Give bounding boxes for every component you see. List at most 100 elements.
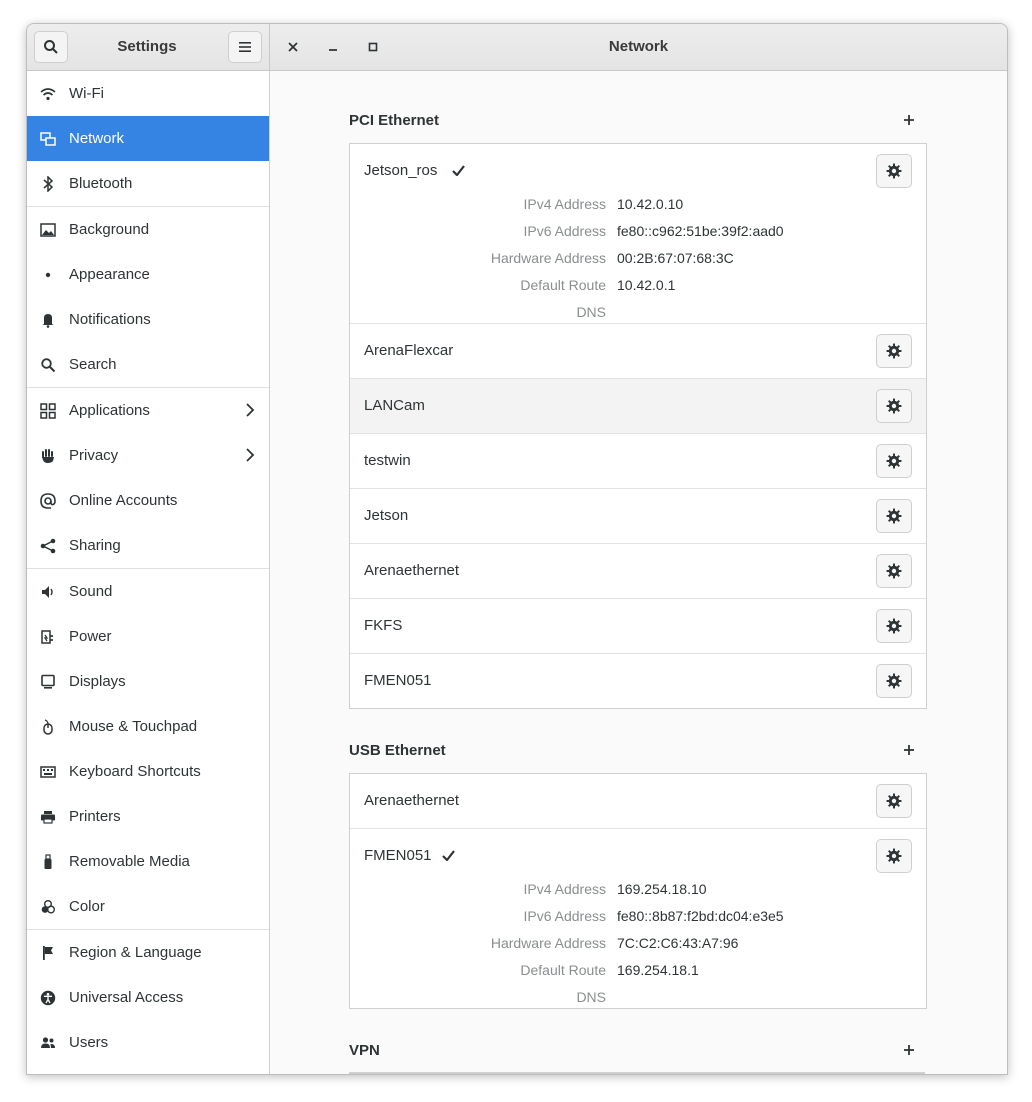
menu-button[interactable] xyxy=(228,31,262,63)
color-icon xyxy=(39,898,57,916)
ipv4-label: IPv4 Address xyxy=(523,881,607,897)
background-icon xyxy=(39,221,57,239)
sidebar-item-privacy[interactable]: Privacy xyxy=(27,433,269,478)
search-icon xyxy=(44,40,58,54)
gear-icon xyxy=(886,453,902,469)
settings-window: Settings Network Wi-Fi Network Bluetooth xyxy=(26,23,1008,1075)
gear-icon xyxy=(886,563,902,579)
sidebar-item-label: Network xyxy=(69,130,125,147)
gear-icon xyxy=(886,618,902,634)
connection-settings-button[interactable] xyxy=(876,839,912,873)
sidebar-item-color[interactable]: Color xyxy=(27,884,269,930)
sidebar-item-applications[interactable]: Applications xyxy=(27,388,269,433)
plus-icon xyxy=(904,1045,914,1055)
add-pci-connection-button[interactable] xyxy=(900,111,918,129)
sidebar-item-label: Displays xyxy=(69,673,126,690)
connection-name: Jetson_ros xyxy=(364,162,438,179)
connection-settings-button[interactable] xyxy=(876,389,912,423)
sidebar-item-sound[interactable]: Sound xyxy=(27,569,269,614)
connection-name: Arenaethernet xyxy=(364,792,460,809)
connection-settings-button[interactable] xyxy=(876,334,912,368)
sidebar-item-removable-media[interactable]: Removable Media xyxy=(27,839,269,884)
ipv4-value: 169.254.18.10 xyxy=(617,881,707,897)
connection-row[interactable]: Arenaethernet xyxy=(350,774,926,829)
sidebar-item-mouse-touchpad[interactable]: Mouse & Touchpad xyxy=(27,704,269,749)
sidebar-item-region-language[interactable]: Region & Language xyxy=(27,930,269,975)
connection-settings-button[interactable] xyxy=(876,499,912,533)
sidebar-item-label: Notifications xyxy=(69,311,151,328)
connection-row[interactable]: testwin xyxy=(350,434,926,489)
sidebar-item-wifi[interactable]: Wi-Fi xyxy=(27,71,269,116)
sidebar-item-label: Wi-Fi xyxy=(69,85,104,102)
connection-settings-button[interactable] xyxy=(876,554,912,588)
chevron-right-icon xyxy=(245,402,255,422)
search-icon xyxy=(39,356,57,374)
ipv4-label: IPv4 Address xyxy=(523,196,607,212)
plus-icon xyxy=(904,745,914,755)
checkmark-icon xyxy=(442,848,455,865)
sidebar-item-background[interactable]: Background xyxy=(27,207,269,252)
sidebar-item-label: Removable Media xyxy=(69,853,190,870)
sidebar-item-label: Privacy xyxy=(69,447,119,464)
usb-ethernet-title: USB Ethernet xyxy=(349,742,446,759)
connection-name: FKFS xyxy=(364,617,403,634)
connection-name: ArenaFlexcar xyxy=(364,342,454,359)
sidebar-item-keyboard-shortcuts[interactable]: Keyboard Shortcuts xyxy=(27,749,269,794)
sidebar-item-power[interactable]: Power xyxy=(27,614,269,659)
sidebar-item-bluetooth[interactable]: Bluetooth xyxy=(27,161,269,207)
share-icon xyxy=(39,537,57,555)
sidebar-item-network[interactable]: Network xyxy=(27,116,269,161)
page-title: Network xyxy=(608,38,669,55)
connection-row[interactable]: LANCam xyxy=(350,379,926,434)
display-icon xyxy=(39,673,57,691)
sidebar-item-search[interactable]: Search xyxy=(27,342,269,388)
sidebar-item-displays[interactable]: Displays xyxy=(27,659,269,704)
ipv6-label: IPv6 Address xyxy=(523,223,607,239)
connection-settings-button[interactable] xyxy=(876,664,912,698)
keyboard-icon xyxy=(39,763,57,781)
network-icon xyxy=(39,130,57,148)
header-bar: Settings Network xyxy=(27,24,1007,71)
default-route-value: 10.42.0.1 xyxy=(617,277,676,293)
add-usb-connection-button[interactable] xyxy=(900,741,918,759)
speaker-icon xyxy=(39,583,57,601)
connection-settings-button[interactable] xyxy=(876,784,912,818)
search-button[interactable] xyxy=(34,31,68,63)
connection-row[interactable]: FMEN051 IPv4 Address 169.254.18.10 IPv6 … xyxy=(350,829,926,1008)
sidebar-item-label: Applications xyxy=(69,402,150,419)
add-vpn-button[interactable] xyxy=(900,1041,918,1059)
connection-name: FMEN051 xyxy=(364,847,432,864)
vpn-title: VPN xyxy=(349,1042,380,1059)
wifi-icon xyxy=(39,85,57,103)
gear-icon xyxy=(886,793,902,809)
sidebar-item-label: Background xyxy=(69,221,150,238)
dns-label: DNS xyxy=(576,989,606,1005)
connection-settings-button[interactable] xyxy=(876,444,912,478)
usb-drive-icon xyxy=(39,853,57,871)
connection-settings-button[interactable] xyxy=(876,609,912,643)
pci-ethernet-title: PCI Ethernet xyxy=(349,112,440,129)
connection-row[interactable]: Jetson xyxy=(350,489,926,544)
sidebar-item-notifications[interactable]: Notifications xyxy=(27,297,269,342)
default-route-value: 169.254.18.1 xyxy=(617,962,699,978)
connection-row[interactable]: FMEN051 xyxy=(350,654,926,708)
connection-row[interactable]: ArenaFlexcar xyxy=(350,324,926,379)
connection-row[interactable]: FKFS xyxy=(350,599,926,654)
sidebar-item-sharing[interactable]: Sharing xyxy=(27,523,269,569)
sidebar-item-printers[interactable]: Printers xyxy=(27,794,269,839)
connection-name: FMEN051 xyxy=(364,672,432,689)
sidebar-item-universal-access[interactable]: Universal Access xyxy=(27,975,269,1020)
sidebar-item-users[interactable]: Users xyxy=(27,1020,269,1065)
sidebar-item-label: Universal Access xyxy=(69,989,184,1006)
appearance-icon xyxy=(39,266,57,284)
sidebar-item-appearance[interactable]: Appearance xyxy=(27,252,269,297)
hardware-address-label: Hardware Address xyxy=(490,250,606,266)
hardware-address-label: Hardware Address xyxy=(490,935,606,951)
connection-row[interactable]: Arenaethernet xyxy=(350,544,926,599)
gear-icon xyxy=(886,163,902,179)
sidebar-item-online-accounts[interactable]: Online Accounts xyxy=(27,478,269,523)
gear-icon xyxy=(886,398,902,414)
hand-icon xyxy=(39,447,57,465)
connection-row[interactable]: Jetson_ros IPv4 Address 10.42.0.10 IPv6 … xyxy=(350,144,926,324)
connection-settings-button[interactable] xyxy=(876,154,912,188)
